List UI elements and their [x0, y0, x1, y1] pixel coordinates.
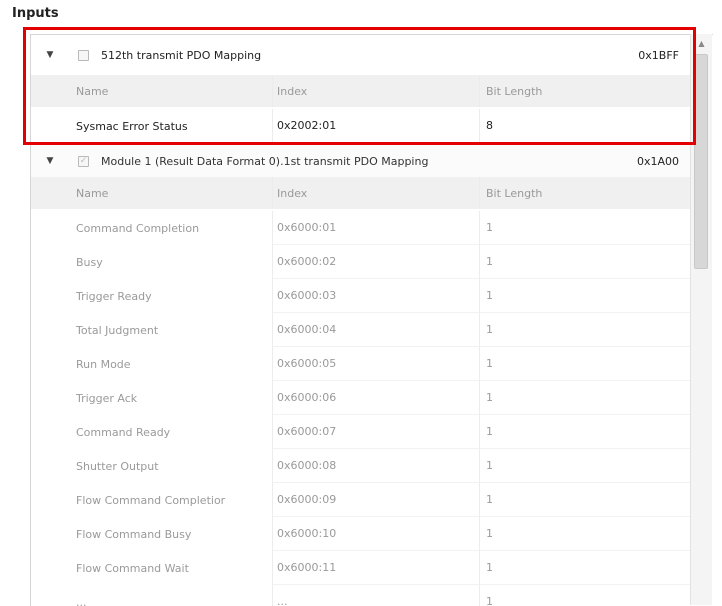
pdo-group-code: 0x1A00 [636, 154, 679, 168]
row-bit-length: 1 [479, 245, 691, 279]
table-row[interactable]: Shutter Output 0x6000:08 1 [31, 449, 691, 484]
column-header-row: Name Index Bit Length [31, 177, 691, 209]
table-row[interactable]: Flow Command Busy 0x6000:10 1 [31, 517, 691, 552]
row-name: ... [76, 585, 272, 606]
row-index: 0x6000:02 [272, 245, 479, 279]
row-name: Sysmac Error Status [76, 109, 272, 144]
table-row[interactable]: Command Completion 0x6000:01 1 [31, 211, 691, 246]
row-bit-length: 1 [479, 415, 691, 449]
row-index: 0x6000:08 [272, 449, 479, 483]
row-bit-length: 1 [479, 381, 691, 415]
table-row[interactable]: Command Ready 0x6000:07 1 [31, 415, 691, 450]
row-index: 0x2002:01 [272, 109, 479, 143]
column-header-bit-length[interactable]: Bit Length [479, 75, 691, 107]
row-name: Flow Command Completior [76, 483, 272, 518]
expand-arrow-icon[interactable]: ▼ [45, 156, 55, 166]
column-header-row: Name Index Bit Length [31, 75, 691, 107]
table-row[interactable]: ... ... 1 [31, 585, 691, 606]
table-row[interactable]: Flow Command Completior 0x6000:09 1 [31, 483, 691, 518]
table-row[interactable]: Trigger Ready 0x6000:03 1 [31, 279, 691, 314]
row-name: Flow Command Wait [76, 551, 272, 586]
row-name: Run Mode [76, 347, 272, 382]
pdo-group-checkbox[interactable] [78, 49, 89, 61]
pdo-group-title: 512th transmit PDO Mapping [101, 48, 262, 62]
row-index: ... [272, 585, 479, 606]
table-row[interactable]: Sysmac Error Status 0x2002:01 8 [31, 109, 691, 144]
row-index: 0x6000:09 [272, 483, 479, 517]
pdo-group-code: 0x1BFF [638, 48, 679, 62]
table-row[interactable]: Busy 0x6000:02 1 [31, 245, 691, 280]
row-name: Command Completion [76, 211, 272, 246]
pdo-group-512th[interactable]: ▼ 512th transmit PDO Mapping 0x1BFF [31, 39, 691, 71]
row-name: Trigger Ready [76, 279, 272, 314]
column-header-index[interactable]: Index [272, 177, 479, 209]
column-header-name[interactable]: Name [76, 177, 272, 209]
row-bit-length: 1 [479, 313, 691, 347]
column-header-index[interactable]: Index [272, 75, 479, 107]
column-header-bit-length[interactable]: Bit Length [479, 177, 691, 209]
row-bit-length: 1 [479, 585, 691, 606]
row-name: Busy [76, 245, 272, 280]
row-name: Total Judgment [76, 313, 272, 348]
pdo-group-title: Module 1 (Result Data Format 0).1st tran… [101, 154, 429, 168]
row-name: Flow Command Busy [76, 517, 272, 552]
checkmark-icon: ✓ [79, 155, 88, 166]
row-name: Trigger Ack [76, 381, 272, 416]
table-row[interactable]: Flow Command Wait 0x6000:11 1 [31, 551, 691, 586]
row-bit-length: 1 [479, 517, 691, 551]
column-header-name[interactable]: Name [76, 75, 272, 107]
row-name: Shutter Output [76, 449, 272, 484]
row-name: Command Ready [76, 415, 272, 450]
expand-arrow-icon[interactable]: ▼ [45, 50, 55, 60]
row-bit-length: 1 [479, 211, 691, 245]
row-index: 0x6000:10 [272, 517, 479, 551]
row-index: 0x6000:04 [272, 313, 479, 347]
row-bit-length: 8 [479, 109, 691, 143]
pdo-group-module1[interactable]: ▼ ✓ Module 1 (Result Data Format 0).1st … [31, 145, 691, 177]
table-row[interactable]: Run Mode 0x6000:05 1 [31, 347, 691, 382]
inputs-section-title: Inputs [12, 6, 59, 21]
row-bit-length: 1 [479, 483, 691, 517]
row-index: 0x6000:03 [272, 279, 479, 313]
row-bit-length: 1 [479, 347, 691, 381]
row-index: 0x6000:07 [272, 415, 479, 449]
row-bit-length: 1 [479, 279, 691, 313]
scrollbar-thumb[interactable] [694, 54, 708, 269]
vertical-scrollbar[interactable]: ▲ [690, 34, 712, 605]
row-index: 0x6000:05 [272, 347, 479, 381]
table-row[interactable]: Total Judgment 0x6000:04 1 [31, 313, 691, 348]
row-index: 0x6000:06 [272, 381, 479, 415]
row-bit-length: 1 [479, 449, 691, 483]
row-bit-length: 1 [479, 551, 691, 585]
scroll-up-arrow-icon[interactable]: ▲ [691, 34, 712, 52]
pdo-group-checkbox[interactable]: ✓ [78, 155, 89, 167]
pdo-mapping-panel: ▼ 512th transmit PDO Mapping 0x1BFF Name… [30, 34, 713, 606]
table-row[interactable]: Trigger Ack 0x6000:06 1 [31, 381, 691, 416]
row-index: 0x6000:11 [272, 551, 479, 585]
row-index: 0x6000:01 [272, 211, 479, 245]
